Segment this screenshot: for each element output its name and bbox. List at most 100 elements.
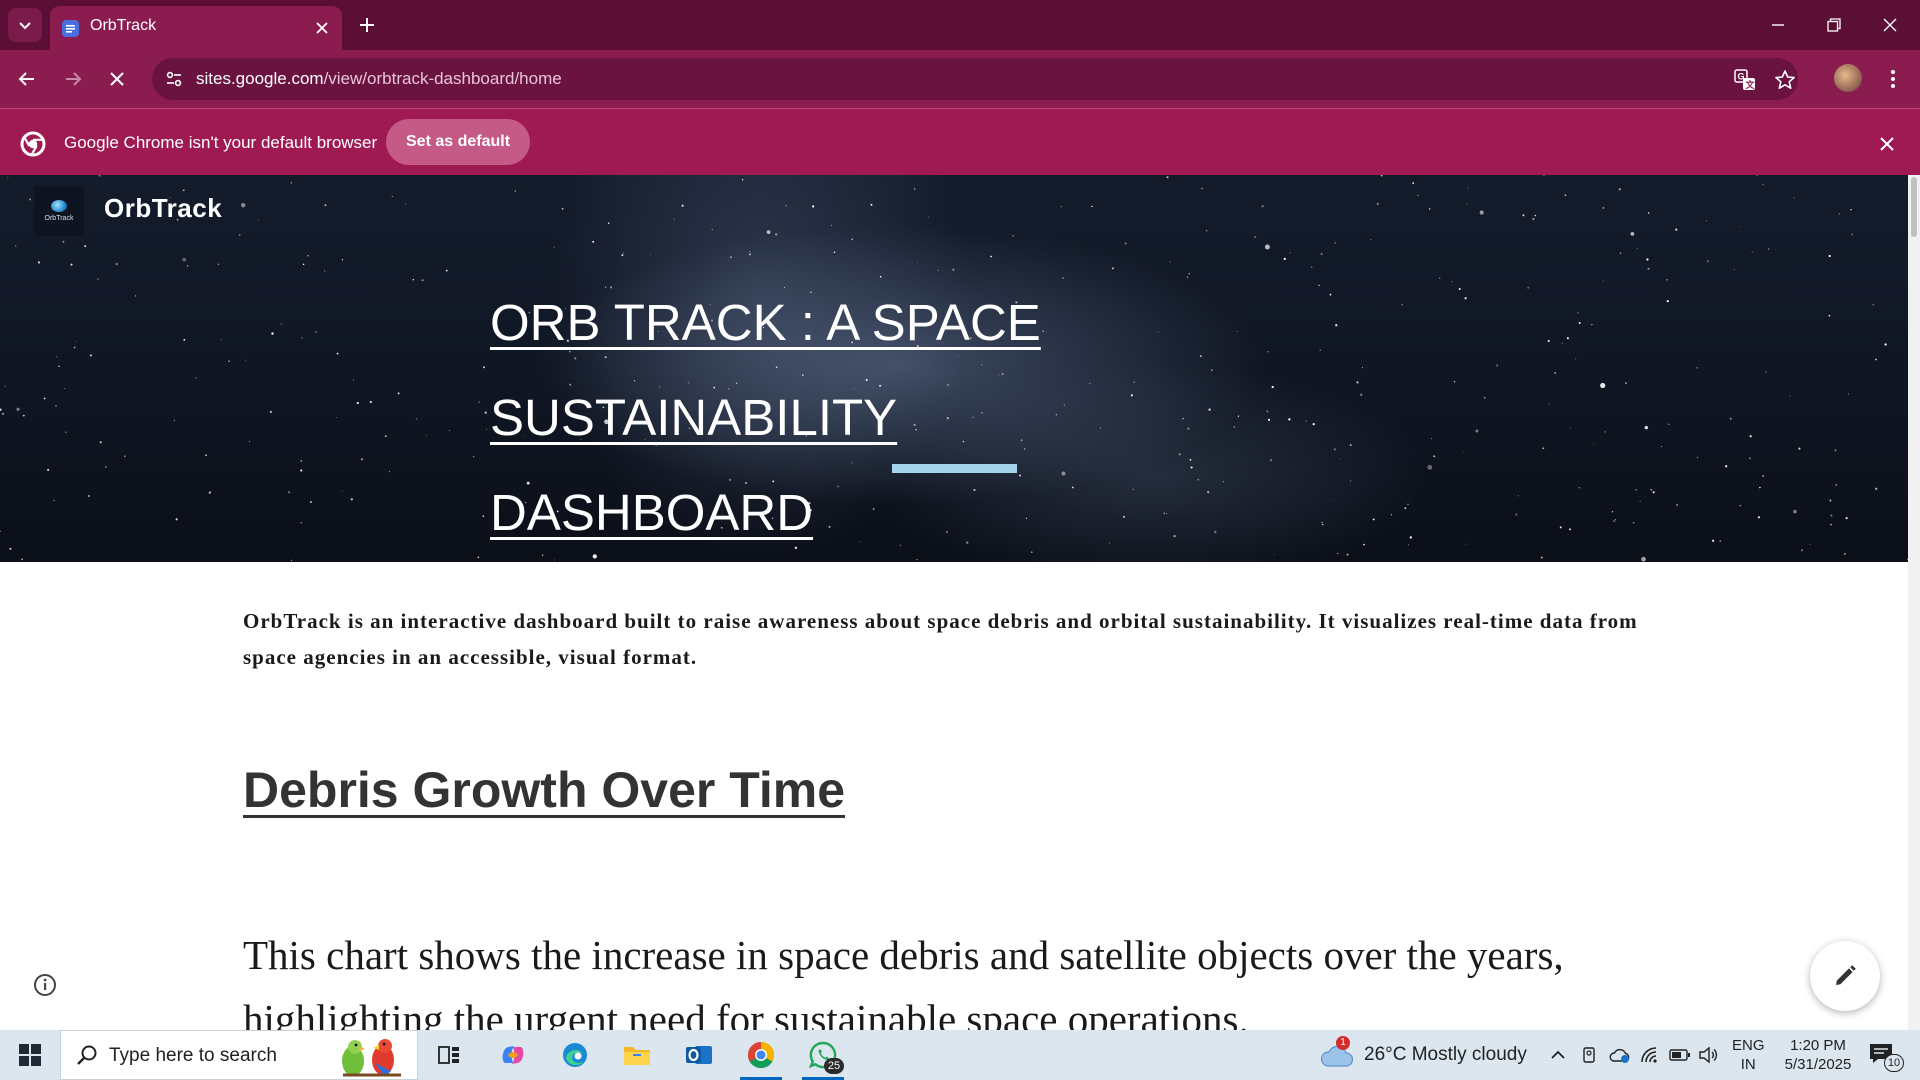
copilot-button[interactable]	[486, 1030, 540, 1080]
star	[1451, 281, 1453, 283]
copilot-icon	[502, 1046, 524, 1064]
start-button[interactable]	[0, 1030, 60, 1080]
star	[1798, 447, 1801, 450]
star	[391, 196, 393, 197]
weather-widget[interactable]: 1 26°C Mostly cloudy	[1320, 1030, 1527, 1080]
star	[1751, 251, 1753, 253]
star	[1844, 553, 1846, 555]
info-icon[interactable]	[32, 972, 58, 998]
star	[1630, 232, 1635, 236]
new-tab-button[interactable]	[352, 10, 382, 40]
tab-search-button[interactable]	[8, 8, 42, 42]
star	[1632, 521, 1635, 524]
star	[1850, 208, 1852, 211]
star	[482, 515, 485, 518]
tune-icon	[166, 71, 182, 87]
system-clock[interactable]: 1:20 PM 5/31/2025	[1772, 1036, 1864, 1074]
back-button[interactable]	[10, 62, 44, 96]
star	[1534, 214, 1537, 217]
network-button[interactable]	[1638, 1043, 1662, 1067]
star	[917, 262, 919, 264]
taskbar-search-box[interactable]: Type here to search	[60, 1030, 418, 1080]
star	[1409, 536, 1412, 539]
battery-button[interactable]	[1668, 1043, 1692, 1067]
star	[1439, 277, 1441, 279]
url-host: sites.google.com	[196, 69, 324, 88]
star	[952, 268, 955, 271]
star	[70, 263, 73, 266]
chrome-taskbar-button[interactable]	[734, 1030, 788, 1080]
section-description: This chart shows the increase in space d…	[243, 932, 1564, 1030]
site-logo[interactable]: OrbTrack	[34, 186, 84, 236]
stop-loading-button[interactable]	[100, 62, 134, 96]
star	[1515, 513, 1518, 516]
star	[486, 428, 488, 430]
site-name[interactable]: OrbTrack	[104, 193, 222, 224]
address-bar[interactable]: sites.google.com/view/orbtrack-dashboard…	[152, 58, 1798, 100]
page-viewport: OrbTrack OrbTrack ORB TRACK : A SPACE SU…	[0, 175, 1920, 1030]
task-view-button[interactable]	[422, 1030, 476, 1080]
restore-button[interactable]	[1806, 0, 1862, 50]
star	[307, 255, 309, 257]
onedrive-button[interactable]	[1608, 1043, 1632, 1067]
star	[561, 207, 564, 210]
star	[1466, 203, 1468, 205]
edge-button[interactable]	[548, 1030, 602, 1080]
notification-center-button[interactable]: 10	[1866, 1038, 1906, 1072]
hero-title-line-1: ORB TRACK : A SPACE SUSTAINABILITY	[490, 294, 1041, 446]
star	[238, 234, 241, 236]
star	[1676, 504, 1678, 506]
star	[730, 256, 732, 258]
profile-avatar[interactable]	[1834, 64, 1862, 92]
star	[766, 230, 771, 234]
volume-button[interactable]	[1696, 1043, 1720, 1067]
close-tab-button[interactable]	[310, 16, 334, 40]
forward-button[interactable]	[56, 62, 90, 96]
star	[711, 228, 713, 231]
show-hidden-icons-button[interactable]	[1546, 1043, 1570, 1067]
chrome-menu-button[interactable]	[1876, 62, 1910, 96]
close-window-button[interactable]	[1862, 0, 1918, 50]
star	[1668, 423, 1670, 425]
star	[1540, 556, 1543, 559]
star	[1830, 514, 1833, 517]
star	[472, 455, 475, 458]
folder-icon	[624, 1047, 650, 1065]
meet-now-button[interactable]	[1578, 1043, 1602, 1067]
minimize-button[interactable]	[1750, 0, 1806, 50]
star	[1205, 229, 1208, 232]
input-language-indicator[interactable]: ENG IN	[1732, 1036, 1765, 1074]
star	[1311, 266, 1313, 268]
star	[937, 269, 939, 272]
star	[1828, 314, 1831, 317]
star	[1593, 443, 1595, 445]
star	[324, 270, 326, 272]
bookmark-button[interactable]	[1772, 67, 1798, 93]
set-as-default-button[interactable]: Set as default	[386, 119, 531, 165]
star	[205, 454, 208, 457]
outlook-button[interactable]	[672, 1030, 726, 1080]
scrollbar-thumb[interactable]	[1911, 177, 1917, 237]
star	[1830, 523, 1832, 526]
plus-icon	[360, 18, 374, 32]
star	[1828, 254, 1831, 258]
star	[1578, 487, 1581, 489]
star	[405, 203, 407, 205]
star	[785, 205, 787, 207]
star	[1851, 233, 1854, 236]
star	[1740, 226, 1742, 228]
whatsapp-button[interactable]: 25	[796, 1030, 850, 1080]
arrow-left-icon	[18, 72, 34, 86]
star	[173, 419, 176, 422]
star	[830, 224, 832, 226]
page-scrollbar[interactable]	[1908, 175, 1920, 1030]
star	[425, 434, 428, 436]
translate-button[interactable]: G文	[1732, 67, 1758, 93]
edit-page-button[interactable]	[1810, 941, 1880, 1011]
file-explorer-button[interactable]	[610, 1030, 664, 1080]
star	[553, 246, 555, 248]
star	[1619, 252, 1622, 255]
tab-orbtrack[interactable]: OrbTrack	[50, 6, 342, 50]
infobar-close-button[interactable]	[1874, 131, 1900, 157]
site-info-button[interactable]	[160, 65, 188, 93]
